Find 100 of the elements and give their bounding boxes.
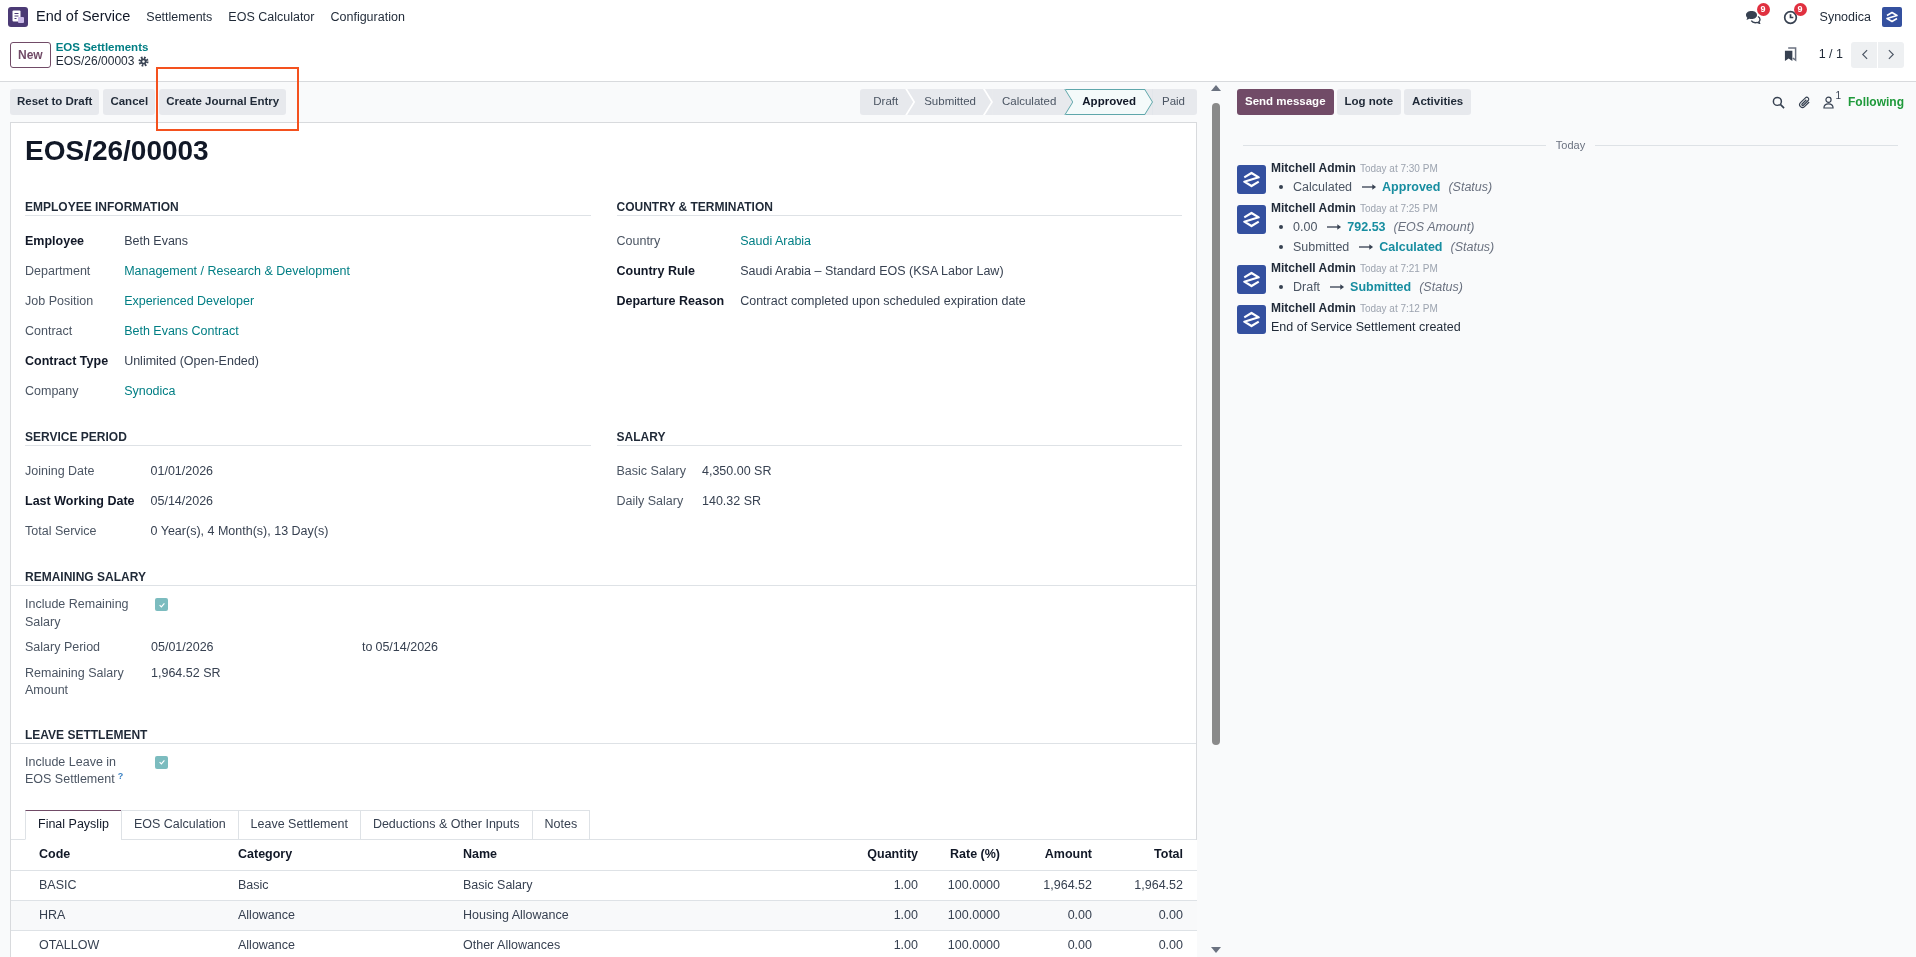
status-stage[interactable]: Paid: [1152, 89, 1197, 115]
table-cell: Allowance: [227, 900, 452, 931]
action-button[interactable]: Cancel: [103, 89, 156, 115]
author-name[interactable]: Mitchell Admin: [1271, 260, 1356, 277]
old-value: Submitted: [1293, 238, 1350, 256]
scroll-down-arrow-icon[interactable]: [1211, 947, 1221, 953]
clock-icon[interactable]: [1782, 9, 1798, 25]
field-value: 05/14/2026: [150, 493, 214, 510]
old-value: Draft: [1293, 278, 1321, 296]
author-name[interactable]: Mitchell Admin: [1271, 200, 1356, 217]
status-stage[interactable]: Calculated: [992, 89, 1074, 115]
followers-icon[interactable]: [1823, 95, 1835, 109]
table-cell: BASIC: [11, 870, 227, 901]
scroll-up-arrow-icon[interactable]: [1211, 85, 1221, 91]
chevron-left-icon: [1860, 49, 1868, 60]
checkbox[interactable]: [155, 598, 168, 611]
app-title[interactable]: End of Service: [36, 6, 131, 28]
message-time: Today at 7:21 PM: [1359, 262, 1438, 276]
message-time: Today at 7:12 PM: [1359, 302, 1438, 316]
help-mark[interactable]: ?: [117, 770, 124, 781]
field-link[interactable]: Saudi Arabia: [740, 232, 812, 250]
breadcrumb-link[interactable]: EOS Settlements: [55, 40, 150, 54]
new-value: Submitted: [1350, 278, 1412, 296]
field-label: Include Remaining Salary: [25, 597, 129, 629]
new-value: Calculated: [1379, 238, 1443, 256]
chatter-button[interactable]: Send message: [1237, 89, 1334, 115]
field-link[interactable]: Experienced Developer: [124, 292, 255, 310]
avatar-icon: [1237, 165, 1266, 194]
follow-status[interactable]: Following: [1848, 93, 1904, 111]
field-label: Country: [616, 233, 661, 250]
field-value: 4,350.00 SR: [702, 463, 772, 480]
table-cell: 1.00: [841, 930, 929, 957]
column-header[interactable]: Rate (%): [929, 839, 1011, 871]
field-value: 01/01/2026: [150, 463, 214, 480]
status-stage[interactable]: Approved: [1073, 89, 1153, 115]
column-header[interactable]: Category: [227, 839, 452, 871]
field-name: (Status): [1450, 238, 1495, 256]
field-name: (Status): [1448, 178, 1493, 196]
field-name: (Status): [1419, 278, 1463, 296]
column-header[interactable]: Total: [1103, 839, 1197, 871]
chatter-button[interactable]: Log note: [1336, 89, 1402, 115]
notification-count: 9: [1793, 2, 1807, 16]
section-heading: SALARY: [616, 430, 666, 444]
tab[interactable]: Notes: [531, 809, 591, 840]
record-title: EOS/26/00003: [25, 134, 210, 168]
status-stage[interactable]: Submitted: [915, 89, 993, 115]
search-icon[interactable]: [1772, 95, 1786, 109]
author-name[interactable]: Mitchell Admin: [1271, 300, 1356, 317]
column-header[interactable]: Amount: [1011, 839, 1103, 871]
previous-button[interactable]: [1851, 41, 1877, 68]
field-link[interactable]: Management / Research & Development: [124, 262, 350, 280]
field-value: 05/01/2026: [151, 640, 214, 654]
field-link[interactable]: Beth Evans Contract: [124, 322, 239, 340]
new-value: Approved: [1382, 178, 1441, 196]
field-label: Include Leave in EOS Settlement: [25, 754, 117, 786]
next-button[interactable]: [1878, 41, 1904, 68]
menu-item[interactable]: Configuration: [322, 2, 413, 32]
arrow-icon: [1362, 183, 1378, 191]
new-button[interactable]: New: [10, 41, 51, 68]
field-link[interactable]: Synodica: [124, 382, 176, 400]
column-header[interactable]: Name: [452, 839, 841, 871]
author-name[interactable]: Mitchell Admin: [1271, 160, 1356, 177]
new-value: 792.53: [1347, 218, 1386, 236]
menu-item[interactable]: Settlements: [138, 2, 221, 32]
status-stage[interactable]: Draft: [860, 89, 916, 115]
gear-icon[interactable]: [138, 55, 150, 67]
chatter-button[interactable]: Activities: [1404, 89, 1472, 115]
chevron-right-icon: [1887, 49, 1895, 60]
paperclip-icon[interactable]: [1798, 95, 1812, 109]
app-icon[interactable]: [8, 7, 28, 27]
table-cell: 0.00: [1011, 930, 1103, 957]
old-value: 0.00: [1293, 218, 1318, 236]
bookmarks-icon[interactable]: [1783, 47, 1797, 62]
bullet-icon: [1279, 245, 1283, 249]
field-value: Beth Evans: [124, 233, 189, 250]
table-cell: Basic: [227, 870, 452, 901]
field-label: Contract Type: [25, 353, 109, 370]
pager-value[interactable]: 1 / 1: [1818, 45, 1843, 64]
action-button[interactable]: Reset to Draft: [10, 89, 100, 115]
arrow-icon: [1359, 243, 1375, 251]
column-header[interactable]: Code: [11, 839, 227, 871]
tab[interactable]: Final Payslip: [25, 809, 122, 840]
table-cell: 0.00: [1103, 900, 1197, 931]
column-header[interactable]: Quantity: [841, 839, 929, 871]
action-button[interactable]: Create Journal Entry: [159, 89, 287, 115]
menu-item[interactable]: EOS Calculator: [220, 2, 323, 32]
tab[interactable]: EOS Calculation: [120, 809, 239, 840]
table-cell: 100.0000: [929, 870, 1011, 901]
followers-count[interactable]: 1: [1835, 90, 1841, 101]
message-time: Today at 7:25 PM: [1359, 202, 1438, 216]
section-heading: COUNTRY & TERMINATION: [616, 200, 773, 214]
chat-icon[interactable]: [1744, 10, 1761, 24]
checkbox[interactable]: [155, 755, 168, 769]
scrollbar-thumb[interactable]: [1212, 103, 1220, 745]
checkmark-icon: [157, 600, 166, 609]
old-value: Calculated: [1293, 178, 1353, 196]
message-body: End of Service Settlement created: [1271, 319, 1461, 336]
table-cell: 1,964.52: [1103, 870, 1197, 901]
avatar-icon[interactable]: [1882, 7, 1902, 27]
company-name[interactable]: Synodica: [1819, 7, 1871, 27]
